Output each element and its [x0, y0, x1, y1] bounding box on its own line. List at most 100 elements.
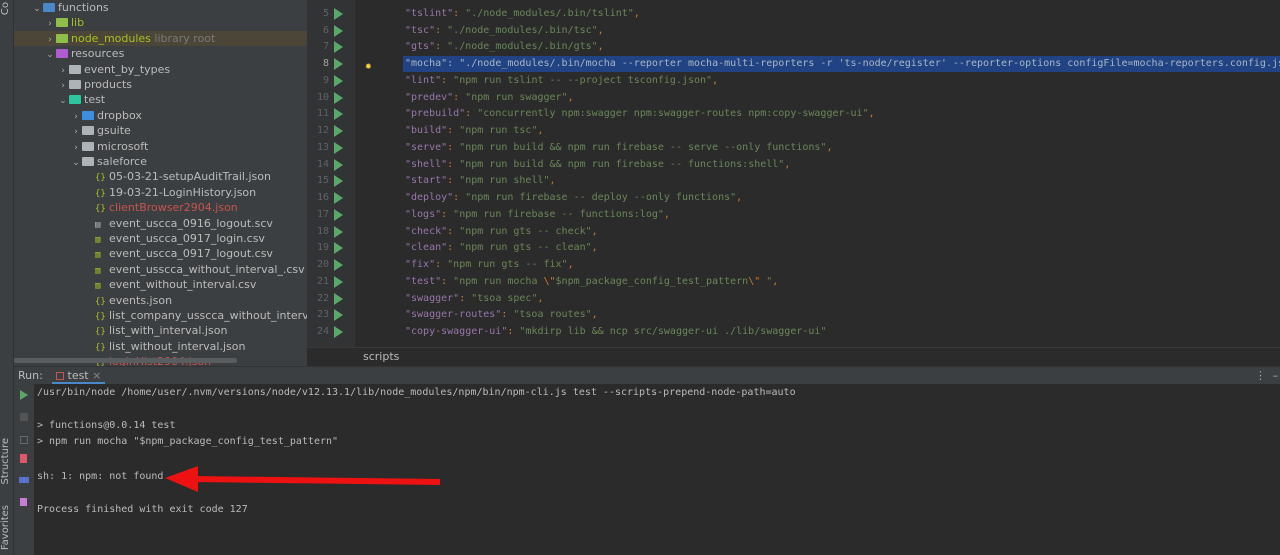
trash-icon[interactable] — [20, 454, 27, 463]
json-key: "mocha" — [405, 58, 448, 70]
punct: , — [591, 242, 598, 254]
tree-item-label: events.json — [109, 293, 173, 307]
punct: , — [663, 208, 670, 220]
tree-item[interactable]: ⌄ saleforce — [14, 154, 307, 169]
run-script-icon[interactable] — [334, 292, 343, 305]
tree-item[interactable]: › node_modules library root — [14, 30, 307, 46]
code-line[interactable]: 5 "tslint": "./node_modules/.bin/tslint", — [307, 6, 1280, 22]
run-script-icon[interactable] — [334, 275, 343, 288]
run-script-icon[interactable] — [334, 225, 343, 238]
breadcrumb-item[interactable]: scripts — [363, 350, 399, 363]
tree-item[interactable]: › lib — [14, 15, 307, 30]
layout-icon[interactable] — [19, 477, 29, 483]
code-line[interactable]: 13 "serve": "npm run build && npm run fir… — [307, 140, 1280, 156]
tree-horizontal-scrollbar[interactable] — [14, 358, 237, 363]
code-line[interactable]: 20 "fix": "npm run gts -- fix", — [307, 257, 1280, 273]
run-script-icon[interactable] — [334, 58, 343, 71]
json-key: "clean" — [405, 242, 448, 254]
punct: : — [507, 326, 520, 338]
tab-test[interactable]: test × — [52, 367, 106, 384]
tree-item[interactable]: {} clientBrowser2904.json — [14, 200, 307, 215]
code-line[interactable]: 14 "shell": "npm run build && npm run fir… — [307, 157, 1280, 173]
run-script-icon[interactable] — [334, 41, 343, 54]
code-line[interactable]: 16 "deploy": "npm run firebase -- deploy … — [307, 190, 1280, 206]
code-line[interactable]: 24 "copy-swagger-ui": "mkdirp lib && ncp … — [307, 324, 1280, 340]
structure-tool-tab[interactable]: Structure — [0, 438, 14, 485]
line-number: 7 — [322, 41, 329, 53]
run-script-icon[interactable] — [334, 208, 343, 221]
code-line[interactable]: 9 "lint": "npm run tslint -- --project ts… — [307, 73, 1280, 89]
json-key: "swagger" — [405, 292, 460, 304]
code-line[interactable]: 21 "test": "npm run mocha \"$npm_package_… — [307, 274, 1280, 290]
run-script-icon[interactable] — [334, 175, 343, 188]
run-script-icon[interactable] — [334, 192, 343, 205]
minimize-icon[interactable]: – — [1273, 367, 1279, 384]
tree-item[interactable]: {} events.json — [14, 293, 307, 308]
code-line[interactable]: 15 "start": "npm run shell", — [307, 173, 1280, 189]
tree-item[interactable]: {} list_without_interval.json — [14, 339, 307, 354]
tree-item[interactable]: › microsoft — [14, 139, 307, 154]
restore-layout-icon[interactable] — [20, 436, 28, 444]
run-script-icon[interactable] — [334, 158, 343, 171]
punct: : — [453, 192, 466, 204]
tree-item[interactable]: ▥ event_usscca_without_interval_.csv — [14, 262, 307, 277]
tree-item[interactable]: {} 19-03-21-LoginHistory.json — [14, 185, 307, 200]
run-script-icon[interactable] — [334, 242, 343, 255]
folder-icon — [69, 80, 81, 89]
code-line[interactable]: 18 "check": "npm run gts -- check", — [307, 224, 1280, 240]
line-number: 24 — [316, 326, 329, 338]
tree-item[interactable]: › products — [14, 77, 307, 92]
tree-item[interactable]: › event_by_types — [14, 62, 307, 77]
run-script-icon[interactable] — [334, 74, 343, 87]
punct: , — [784, 158, 791, 170]
code-line[interactable]: 7 "gts": "./node_modules/.bin/gts", — [307, 39, 1280, 55]
code-editor[interactable]: 5 "tslint": "./node_modules/.bin/tslint",… — [307, 0, 1280, 347]
code-line[interactable]: 8 ✹ "mocha": "./node_modules/.bin/mocha --… — [307, 56, 1280, 74]
json-key: "test" — [405, 275, 442, 287]
tree-item[interactable]: ⌄ resources — [14, 46, 307, 61]
run-script-icon[interactable] — [334, 259, 343, 272]
rerun-icon[interactable] — [20, 390, 28, 400]
tree-item[interactable]: ▤ event_uscca_0916_logout.scv — [14, 216, 307, 231]
code-line[interactable]: 23 "swagger-routes": "tsoa routes", — [307, 307, 1280, 323]
run-script-icon[interactable] — [334, 91, 343, 104]
stop-icon[interactable] — [20, 413, 28, 421]
punct: : — [465, 108, 478, 120]
run-script-icon[interactable] — [334, 24, 343, 37]
line-number: 10 — [316, 91, 329, 103]
tree-item[interactable]: › dropbox — [14, 108, 307, 123]
more-options-icon[interactable]: ⋮ — [1255, 367, 1266, 384]
run-script-icon[interactable] — [334, 125, 343, 138]
run-script-icon[interactable] — [334, 108, 343, 121]
tree-item[interactable]: ⌄ test — [14, 92, 307, 107]
tree-item[interactable]: ▥ event_uscca_0917_login.csv — [14, 231, 307, 246]
code-line[interactable]: 10 "predev": "npm run swagger", — [307, 90, 1280, 106]
json-string: "npm run build && npm run firebase -- fu… — [459, 158, 785, 170]
run-script-icon[interactable] — [334, 141, 343, 154]
run-script-icon[interactable] — [334, 326, 343, 339]
punct: : — [447, 242, 460, 254]
code-line[interactable]: 22 "swagger": "tsoa spec", — [307, 291, 1280, 307]
code-line[interactable]: 19 "clean": "npm run gts -- clean", — [307, 240, 1280, 256]
code-line[interactable]: 12 "build": "npm run tsc", — [307, 123, 1280, 139]
tree-item[interactable]: ▥ event_without_interval.csv — [14, 277, 307, 292]
tree-item[interactable]: ⌄ functions — [14, 0, 307, 15]
lightbulb-icon[interactable]: ✹ — [365, 58, 372, 74]
code-line[interactable]: 17 "logs": "npm run firebase -- functions… — [307, 207, 1280, 223]
tree-item[interactable]: ▥ event_uscca_0917_logout.csv — [14, 246, 307, 261]
code-line[interactable]: 6 "tsc": "./node_modules/.bin/tsc", — [307, 23, 1280, 39]
code-text: "swagger": "tsoa spec", — [403, 291, 546, 307]
punct: : — [447, 58, 460, 70]
code-line[interactable]: 11 "prebuild": "concurrently npm:swagger … — [307, 106, 1280, 122]
close-tab-icon[interactable]: × — [92, 369, 101, 382]
code-text: "prebuild": "concurrently npm:swagger np… — [403, 106, 877, 122]
tree-item[interactable]: {} 05-03-21-setupAuditTrail.json — [14, 169, 307, 184]
tree-item[interactable]: {}list_company_usscca_without_interval.j… — [14, 308, 307, 323]
project-tool-tab[interactable]: Co — [0, 2, 14, 15]
pin-icon[interactable] — [20, 498, 27, 506]
run-script-icon[interactable] — [334, 309, 343, 322]
tree-item[interactable]: {} list_with_interval.json — [14, 323, 307, 338]
favorites-tool-tab[interactable]: Favorites — [0, 505, 14, 550]
tree-item[interactable]: › gsuite — [14, 123, 307, 138]
run-script-icon[interactable] — [334, 8, 343, 20]
